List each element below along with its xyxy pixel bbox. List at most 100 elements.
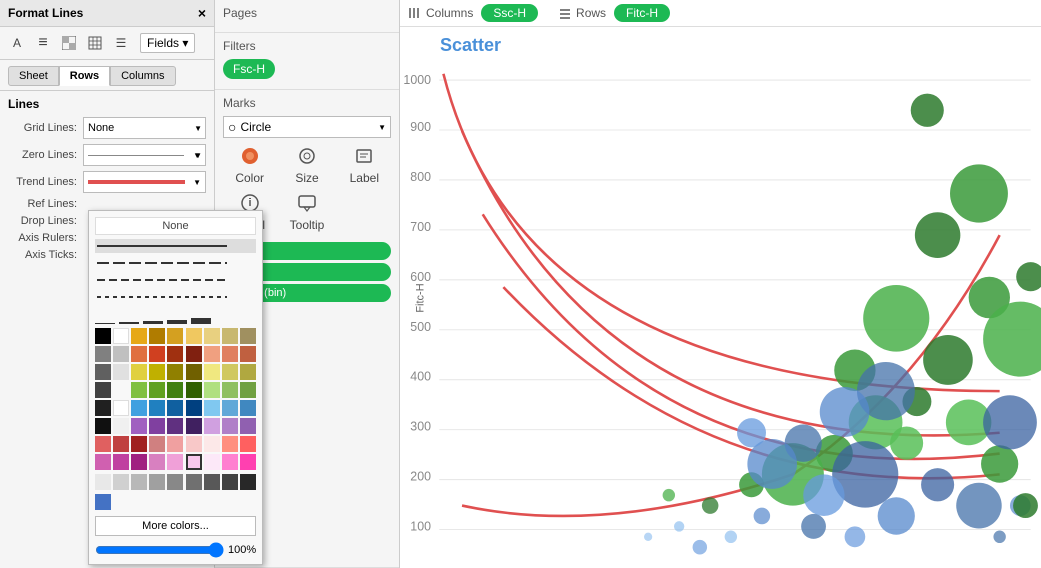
alignment-icon[interactable]: ☰ xyxy=(110,32,132,54)
dash-line-style-1[interactable] xyxy=(95,256,256,270)
swatch-salmon3[interactable] xyxy=(240,346,256,362)
swatch-lthotpink4[interactable] xyxy=(240,454,256,470)
swatch-gold2[interactable] xyxy=(186,328,202,344)
swatch-khaki[interactable] xyxy=(222,328,238,344)
swatch-dkpurple[interactable] xyxy=(167,418,183,434)
swatch-salmon[interactable] xyxy=(204,346,220,362)
more-colors-button[interactable]: More colors... xyxy=(95,516,256,536)
swatch-dkgreen[interactable] xyxy=(167,382,183,398)
fields-button[interactable]: Fields ▾ xyxy=(140,33,195,53)
swatch-ltgrey[interactable] xyxy=(113,418,129,434)
swatch-ltblue3[interactable] xyxy=(240,400,256,416)
lines-icon[interactable]: ≡ xyxy=(32,32,54,54)
columns-pill[interactable]: Ssc-H xyxy=(481,4,538,22)
swatch-grey[interactable] xyxy=(95,346,111,362)
swatch-hotpink3[interactable] xyxy=(131,454,147,470)
swatch-green[interactable] xyxy=(131,382,147,398)
marks-size[interactable]: Size xyxy=(280,144,333,187)
swatch-purple2[interactable] xyxy=(149,418,165,434)
swatch-khaki2[interactable] xyxy=(240,328,256,344)
tick-w5[interactable] xyxy=(191,308,211,324)
swatch-red-orange[interactable] xyxy=(149,346,165,362)
swatch-coral[interactable] xyxy=(222,436,238,452)
gswatch2[interactable] xyxy=(113,474,129,490)
gswatch1[interactable] xyxy=(95,474,111,490)
swatch-tan[interactable] xyxy=(204,328,220,344)
font-icon[interactable]: A xyxy=(6,32,28,54)
solid-line-style[interactable] xyxy=(95,239,256,253)
swatch-ltpink5[interactable] xyxy=(204,454,220,470)
gswatch4[interactable] xyxy=(149,474,165,490)
swatch-dkblue2[interactable] xyxy=(186,400,202,416)
gswatch3[interactable] xyxy=(131,474,147,490)
swatch-dark-orange[interactable] xyxy=(167,346,183,362)
close-icon[interactable]: × xyxy=(198,5,206,21)
opacity-slider[interactable] xyxy=(95,542,224,558)
swatch-salmon2[interactable] xyxy=(222,346,238,362)
swatch-white2[interactable] xyxy=(113,400,129,416)
tick-w1[interactable] xyxy=(95,308,115,324)
marks-label[interactable]: Label xyxy=(338,144,391,187)
swatch-lthotpink2[interactable] xyxy=(167,454,183,470)
gswatch5[interactable] xyxy=(167,474,183,490)
swatch-dark-red[interactable] xyxy=(186,346,202,362)
marks-tooltip[interactable]: Tooltip xyxy=(280,191,333,234)
grid-lines-select[interactable]: None xyxy=(83,117,206,139)
swatch-pink[interactable] xyxy=(95,436,111,452)
swatch-ltred[interactable] xyxy=(240,436,256,452)
gswatch9[interactable] xyxy=(240,474,256,490)
swatch-dgrey[interactable] xyxy=(95,364,111,380)
swatch-red[interactable] xyxy=(131,436,147,452)
swatch-pink2[interactable] xyxy=(113,436,129,452)
swatch-silver[interactable] xyxy=(113,346,129,362)
rows-pill[interactable]: Fitc-H xyxy=(614,4,670,22)
swatch-orange[interactable] xyxy=(131,346,147,362)
swatch-black[interactable] xyxy=(95,328,111,344)
swatch-selected[interactable] xyxy=(186,454,202,470)
swatch-vdgrey[interactable] xyxy=(95,382,111,398)
swatch-blue[interactable] xyxy=(131,400,147,416)
swatch-ltpink3[interactable] xyxy=(186,436,202,452)
swatch-blue2[interactable] xyxy=(149,400,165,416)
swatch-blue-accent[interactable] xyxy=(95,494,111,510)
dotted-line-style[interactable] xyxy=(95,290,256,304)
swatch-gold1[interactable] xyxy=(167,328,183,344)
swatch-lgrey[interactable] xyxy=(113,364,129,380)
swatch-brown1[interactable] xyxy=(149,328,165,344)
marks-type-selector[interactable]: ○ Circle ▼ xyxy=(223,116,391,138)
swatch-hotpink2[interactable] xyxy=(113,454,129,470)
swatch-white[interactable] xyxy=(113,328,129,344)
swatch-green2[interactable] xyxy=(149,382,165,398)
tab-sheet[interactable]: Sheet xyxy=(8,66,59,86)
tick-w2[interactable] xyxy=(119,308,139,324)
table-icon[interactable] xyxy=(84,32,106,54)
swatch-ltpink4[interactable] xyxy=(204,436,220,452)
swatch-olive2[interactable] xyxy=(167,364,183,380)
swatch-hotpink[interactable] xyxy=(95,454,111,470)
swatch-ltgreen3[interactable] xyxy=(240,382,256,398)
swatch-ltpurple3[interactable] xyxy=(240,418,256,434)
swatch-nearblk[interactable] xyxy=(95,400,111,416)
swatch-lthotpink[interactable] xyxy=(149,454,165,470)
filter-pill[interactable]: Fsc-H xyxy=(223,59,275,79)
tick-w3[interactable] xyxy=(143,308,163,324)
swatch-ltpink2[interactable] xyxy=(167,436,183,452)
swatch-ltpurple2[interactable] xyxy=(222,418,238,434)
gswatch6[interactable] xyxy=(186,474,202,490)
gswatch7[interactable] xyxy=(204,474,220,490)
swatch-ltblue2[interactable] xyxy=(222,400,238,416)
swatch-yellow2[interactable] xyxy=(131,364,147,380)
swatch-olive3[interactable] xyxy=(186,364,202,380)
swatch-ltpink[interactable] xyxy=(149,436,165,452)
swatch-ltpurple[interactable] xyxy=(204,418,220,434)
swatch-dkpurple2[interactable] xyxy=(186,418,202,434)
swatch-ltyellow[interactable] xyxy=(204,364,220,380)
swatch-blk2[interactable] xyxy=(95,418,111,434)
swatch-ltgreen[interactable] xyxy=(204,382,220,398)
marks-color[interactable]: Color xyxy=(223,144,276,187)
swatch-ltyellow3[interactable] xyxy=(240,364,256,380)
swatch-yellow1[interactable] xyxy=(131,328,147,344)
swatch-dkgreen2[interactable] xyxy=(186,382,202,398)
tab-rows[interactable]: Rows xyxy=(59,66,110,86)
swatch-dkblue[interactable] xyxy=(167,400,183,416)
